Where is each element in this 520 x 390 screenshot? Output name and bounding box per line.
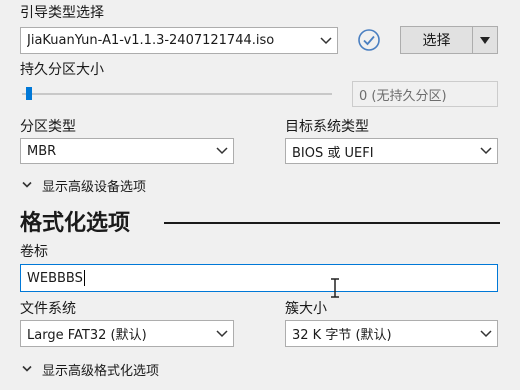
- persistence-size-value: 0 (无持久分区): [359, 88, 447, 104]
- volume-label-input[interactable]: WEBBBS: [20, 264, 498, 292]
- chevron-down-icon: [475, 139, 497, 163]
- partition-scheme-label: 分区类型: [20, 119, 76, 135]
- slider-track: [22, 93, 332, 95]
- select-dropdown-arrow-icon[interactable]: [473, 27, 497, 53]
- persistence-slider[interactable]: [22, 87, 332, 100]
- cluster-size-label: 簇大小: [285, 301, 327, 317]
- file-system-label: 文件系统: [20, 301, 76, 317]
- file-system-value: Large FAT32 (默认): [27, 328, 147, 343]
- advanced-device-toggle[interactable]: 显示高级设备选项: [22, 176, 146, 195]
- section-divider: [164, 222, 500, 224]
- boot-selection-label: 引导类型选择: [20, 5, 104, 21]
- format-section-title: 格式化选项: [20, 211, 131, 236]
- check-circle-icon[interactable]: [357, 28, 381, 52]
- volume-label-label: 卷标: [20, 244, 48, 260]
- advanced-device-label: 显示高级设备选项: [42, 180, 147, 195]
- chevron-down-icon: [475, 321, 497, 346]
- text-cursor-icon: [330, 278, 340, 298]
- select-button[interactable]: 选择: [400, 26, 498, 54]
- chevron-down-icon: [211, 321, 233, 346]
- advanced-format-toggle[interactable]: 显示高级格式化选项: [22, 360, 159, 379]
- slider-thumb[interactable]: [26, 87, 32, 100]
- chevron-down-icon: [211, 139, 233, 163]
- cluster-size-value: 32 K 字节 (默认): [292, 328, 392, 343]
- partition-scheme-dropdown[interactable]: MBR: [20, 138, 234, 164]
- advanced-format-label: 显示高级格式化选项: [42, 364, 160, 379]
- boot-selection-dropdown[interactable]: JiaKuanYun-A1-v1.1.3-2407121744.iso: [20, 27, 338, 54]
- chevron-down-icon: [315, 28, 337, 53]
- chevron-down-icon: [22, 178, 32, 193]
- target-system-label: 目标系统类型: [285, 119, 369, 135]
- target-system-dropdown[interactable]: BIOS 或 UEFI: [285, 138, 498, 164]
- partition-scheme-value: MBR: [27, 143, 57, 159]
- file-system-dropdown[interactable]: Large FAT32 (默认): [20, 320, 234, 347]
- chevron-down-icon: [22, 362, 32, 377]
- volume-label-value: WEBBBS: [27, 270, 83, 286]
- select-button-label: 选择: [422, 33, 451, 49]
- persistence-size-input[interactable]: 0 (无持久分区): [352, 81, 498, 107]
- target-system-value: BIOS 或 UEFI: [292, 145, 374, 161]
- text-caret: [83, 270, 85, 286]
- boot-selection-value: JiaKuanYun-A1-v1.1.3-2407121744.iso: [27, 33, 275, 48]
- cluster-size-dropdown[interactable]: 32 K 字节 (默认): [285, 320, 498, 347]
- persistence-label: 持久分区大小: [20, 62, 104, 78]
